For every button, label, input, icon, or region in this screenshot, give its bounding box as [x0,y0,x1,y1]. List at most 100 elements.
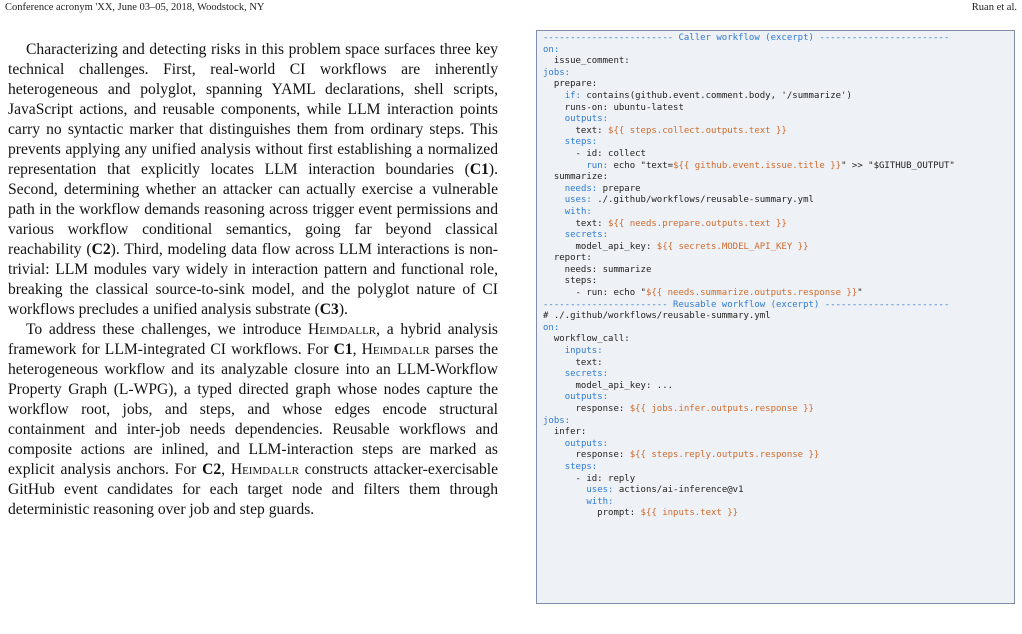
code-expression: ${{ github.event.issue.title }} [673,160,842,171]
code-separator: ----------------------- Reusable workflo… [543,299,950,310]
code-line: steps: [543,462,955,474]
code-keyword: outputs: [564,114,609,125]
running-header-right: Ruan et al. [971,2,1017,13]
code-listing-box: ------------------------ Caller workflow… [536,30,1015,604]
system-name: Heimdallr [230,461,299,478]
code-listing: ------------------------ Caller workflow… [543,33,955,520]
code-text: text: [543,357,603,368]
text-run: , [352,341,362,358]
code-text: workflow_call: [543,334,630,345]
code-text: prepare [597,183,641,194]
code-line: outputs: [543,114,955,126]
code-text: echo "text= [608,160,674,171]
code-line: secrets: [543,369,955,381]
code-text: ./.github/workflows/reusable-summary.yml [591,195,814,206]
code-expression: ${{ inputs.text }} [640,508,739,519]
code-line: response: ${{ jobs.infer.outputs.respons… [543,404,955,416]
code-keyword: secrets: [564,230,609,241]
code-text: response: [543,404,630,414]
code-keyword: secrets: [564,369,609,380]
challenge-ref: C2 [91,241,111,258]
code-line: response: ${{ steps.reply.outputs.respon… [543,450,955,462]
code-expression: ${{ steps.reply.outputs.response }} [629,450,820,461]
code-line: text: ${{ needs.prepare.outputs.text }} [543,219,955,231]
code-text: report: [543,253,592,264]
code-text: - run: echo " [543,288,646,299]
code-line: with: [543,207,955,219]
code-line: # ./.github/workflows/reusable-summary.y… [543,311,955,323]
code-text: prompt: [543,508,641,519]
code-line: report: [543,253,955,265]
text-run: Characterizing and detecting risks in th… [8,41,498,178]
code-keyword: jobs: [543,415,571,426]
code-line: if: contains(github.event.comment.body, … [543,91,955,103]
code-text: runs-on: ubuntu-latest [543,102,684,113]
code-line: - id: reply [543,474,955,486]
code-text: " [857,288,863,299]
code-line: jobs: [543,68,955,80]
code-line: runs-on: ubuntu-latest [543,103,955,115]
code-line: uses: actions/ai-inference@v1 [543,485,955,497]
code-text: model_api_key: [543,241,657,252]
code-text: - id: collect [543,148,646,159]
code-text: contains(github.event.comment.body, '/su… [580,90,852,101]
code-line: model_api_key: ... [543,381,955,393]
running-header-left: Conference acronym 'XX, June 03–05, 2018… [5,2,265,13]
code-line: steps: [543,137,955,149]
code-expression: ${{ jobs.infer.outputs.response }} [629,404,814,414]
text-run: ). [338,301,348,318]
code-line: run: echo "text=${{ github.event.issue.t… [543,161,955,173]
code-keyword: outputs: [564,438,609,449]
challenge-ref: C3 [319,301,339,318]
code-text: response: [543,450,630,461]
code-text: issue_comment: [543,56,630,67]
code-line: ------------------------ Caller workflow… [543,33,955,45]
code-line: summarize: [543,172,955,184]
code-keyword: inputs: [564,346,603,357]
paragraph-challenges: Characterizing and detecting risks in th… [8,40,498,320]
code-line: jobs: [543,416,955,428]
challenge-ref: C1 [469,161,489,178]
code-line: on: [543,45,955,57]
code-expression: ${{ needs.prepare.outputs.text }} [608,218,787,229]
code-text: # ./.github/workflows/reusable-summary.y… [543,311,771,322]
code-line: text: [543,358,955,370]
code-line: ----------------------- Reusable workflo… [543,300,955,312]
code-keyword: with: [564,206,592,217]
text-run: To address these challenges, we introduc… [26,321,309,338]
code-expression: ${{ steps.collect.outputs.text }} [608,125,787,136]
code-keyword: uses: [564,195,592,206]
system-name: Heimdallr [361,341,430,358]
code-text: prepare: [543,79,598,90]
code-line: issue_comment: [543,56,955,68]
code-text: needs: summarize [543,264,652,275]
text-run: parses the heterogeneous workflow and it… [8,341,498,478]
text-run: , [221,461,231,478]
code-keyword: jobs: [543,67,571,78]
code-line: needs: prepare [543,184,955,196]
code-keyword: on: [543,44,560,55]
code-line: - run: echo "${{ needs.summarize.outputs… [543,288,955,300]
code-expression: ${{ secrets.MODEL_API_KEY }} [656,241,809,252]
code-line: - id: collect [543,149,955,161]
code-line: with: [543,497,955,509]
code-line: text: ${{ steps.collect.outputs.text }} [543,126,955,138]
code-text: model_api_key: ... [543,380,674,391]
code-text: - id: reply [543,473,636,484]
code-text: actions/ai-inference@v1 [613,485,744,496]
code-line: infer: [543,427,955,439]
code-keyword: needs: [564,183,598,194]
challenge-ref: C1 [333,341,353,358]
code-line: needs: summarize [543,265,955,277]
